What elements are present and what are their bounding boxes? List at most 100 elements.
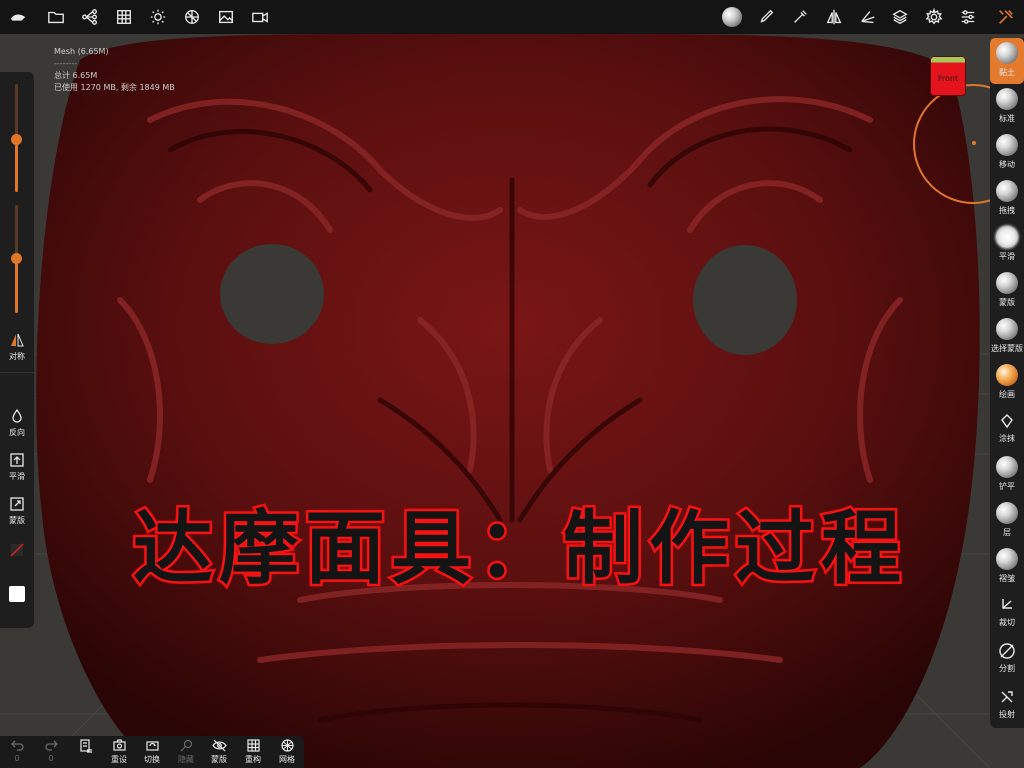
color-swatch-button[interactable]: [0, 586, 34, 602]
folder-icon[interactable]: [46, 7, 66, 27]
undo-button[interactable]: 0: [2, 738, 32, 763]
redo-button[interactable]: 0: [36, 738, 66, 763]
mask-corner-icon: [10, 497, 24, 511]
layers-icon[interactable]: [890, 7, 910, 27]
smooth-brush-icon: [996, 226, 1018, 248]
project-icon: [1001, 691, 1013, 703]
tool-split[interactable]: 分割: [990, 636, 1024, 682]
clay-brush-icon: [996, 42, 1018, 64]
tool-mask-brush[interactable]: 蒙版: [990, 268, 1024, 314]
switch-camera-icon: [145, 741, 159, 751]
topology-grid-icon[interactable]: [114, 7, 134, 27]
tool-label: 蒙版: [999, 298, 1015, 307]
grid-icon: [246, 739, 260, 752]
bottom-toolbar: 0 0 重设 切换 隐藏 蒙版 重构 网格: [0, 736, 304, 768]
tool-clay-brush[interactable]: 黏土: [990, 38, 1024, 84]
eye-off-icon: [211, 739, 227, 752]
invert-label: 反向: [9, 428, 25, 437]
light-sun-icon[interactable]: [148, 7, 168, 27]
tool-smooth-brush[interactable]: 平滑: [990, 222, 1024, 268]
divider: [0, 372, 34, 373]
smooth-up-icon: [10, 453, 24, 467]
stats-divider: --------: [54, 59, 78, 68]
wireframe-sphere-icon: [280, 739, 294, 752]
mask-button[interactable]: 蒙版: [0, 496, 34, 526]
gizmo-center-dot: [972, 141, 976, 145]
settings-gear-icon[interactable]: [924, 7, 944, 27]
tool-drag-brush[interactable]: 拖拽: [990, 176, 1024, 222]
mask-visibility-button[interactable]: 蒙版: [204, 738, 234, 765]
tool-label: 投射: [999, 710, 1015, 719]
undo-count: 0: [14, 754, 20, 763]
reset-camera-icon: [112, 739, 126, 751]
drag-brush-icon: [996, 180, 1018, 202]
split-icon: [999, 643, 1015, 659]
hide-label: 隐藏: [178, 755, 194, 764]
tool-label: 分割: [999, 664, 1015, 673]
tool-standard-brush[interactable]: 标准: [990, 84, 1024, 130]
smudge-icon: [1001, 414, 1013, 429]
tool-label: 标准: [999, 114, 1015, 123]
symmetry-icon: [11, 333, 24, 347]
tool-label: 平滑: [999, 252, 1015, 261]
view-cube-label: Front: [937, 74, 959, 83]
remesh-label: 重构: [245, 755, 261, 764]
paint-brush-icon[interactable]: [756, 7, 776, 27]
nomad-logo-icon[interactable]: [8, 7, 28, 27]
total-faces: 总计 6.65M: [54, 71, 98, 80]
mask-brush-icon: [996, 272, 1018, 294]
camera-video-icon[interactable]: [250, 7, 270, 27]
smooth-label: 平滑: [9, 472, 25, 481]
left-panel: 对称 反向 平滑 蒙版: [0, 72, 34, 628]
mask-label: 蒙版: [211, 755, 227, 764]
scene-tree-icon[interactable]: [80, 7, 100, 27]
radius-slider-fill: [15, 138, 18, 192]
viewport[interactable]: Mesh (6.65M) -------- 总计 6.65M 已使用 1270 …: [0, 0, 1024, 768]
tool-select-mask[interactable]: 选择蒙版: [990, 314, 1024, 360]
tool-label: 黏土: [999, 68, 1015, 77]
memory-usage: 已使用 1270 MB, 剩余 1849 MB: [54, 83, 175, 92]
tool-label: 铲平: [999, 482, 1015, 491]
flatten-icon: [996, 456, 1018, 478]
sculpt-mask-model[interactable]: [0, 0, 1024, 768]
redo-count: 0: [48, 754, 54, 763]
symmetry-label: 对称: [9, 352, 25, 361]
no-alpha-icon: [10, 543, 24, 557]
reset-label: 重设: [111, 755, 127, 764]
stroke-settings-icon[interactable]: [790, 7, 810, 27]
remesh-button[interactable]: 重构: [238, 738, 268, 765]
redo-icon: [44, 740, 58, 751]
tool-smudge[interactable]: 涂抹: [990, 406, 1024, 452]
alpha-none-button[interactable]: [0, 542, 34, 561]
wireframe-button[interactable]: 网格: [272, 738, 302, 765]
radius-slider-handle[interactable]: [11, 134, 22, 145]
tool-label: 选择蒙版: [991, 344, 1023, 353]
switch-camera-button[interactable]: 切换: [137, 738, 167, 765]
droplet-icon: [12, 408, 22, 423]
tool-paint-brush[interactable]: 绘画: [990, 360, 1024, 406]
smooth-button[interactable]: 平滑: [0, 452, 34, 482]
switch-label: 切换: [144, 755, 160, 764]
material-sphere-icon[interactable]: [721, 6, 743, 28]
intensity-slider-handle[interactable]: [11, 253, 22, 264]
search-icon: [180, 739, 192, 752]
mesh-stats: Mesh (6.65M) -------- 总计 6.65M 已使用 1270 …: [54, 46, 175, 94]
standard-brush-icon: [996, 88, 1018, 110]
tool-project[interactable]: 投射: [990, 682, 1024, 728]
symmetry-icon[interactable]: [824, 7, 844, 27]
tools-wrench-icon[interactable]: [996, 7, 1016, 27]
sliders-icon[interactable]: [958, 7, 978, 27]
shading-icon[interactable]: [182, 7, 202, 27]
intensity-slider-fill: [15, 258, 18, 313]
gizmo-transform-icon[interactable]: [858, 7, 878, 27]
reset-camera-button[interactable]: 重设: [104, 738, 134, 765]
top-toolbar: [0, 0, 1024, 34]
isolate-button[interactable]: 隐藏: [171, 738, 201, 765]
menu-button[interactable]: [70, 738, 100, 754]
invert-button[interactable]: 反向: [0, 408, 34, 438]
tool-move-brush[interactable]: 移动: [990, 130, 1024, 176]
symmetry-button[interactable]: 对称: [0, 332, 34, 362]
tool-label: 层: [1003, 528, 1011, 537]
image-icon[interactable]: [216, 7, 236, 27]
video-title-overlay: 达摩面具：制作过程: [131, 499, 907, 598]
